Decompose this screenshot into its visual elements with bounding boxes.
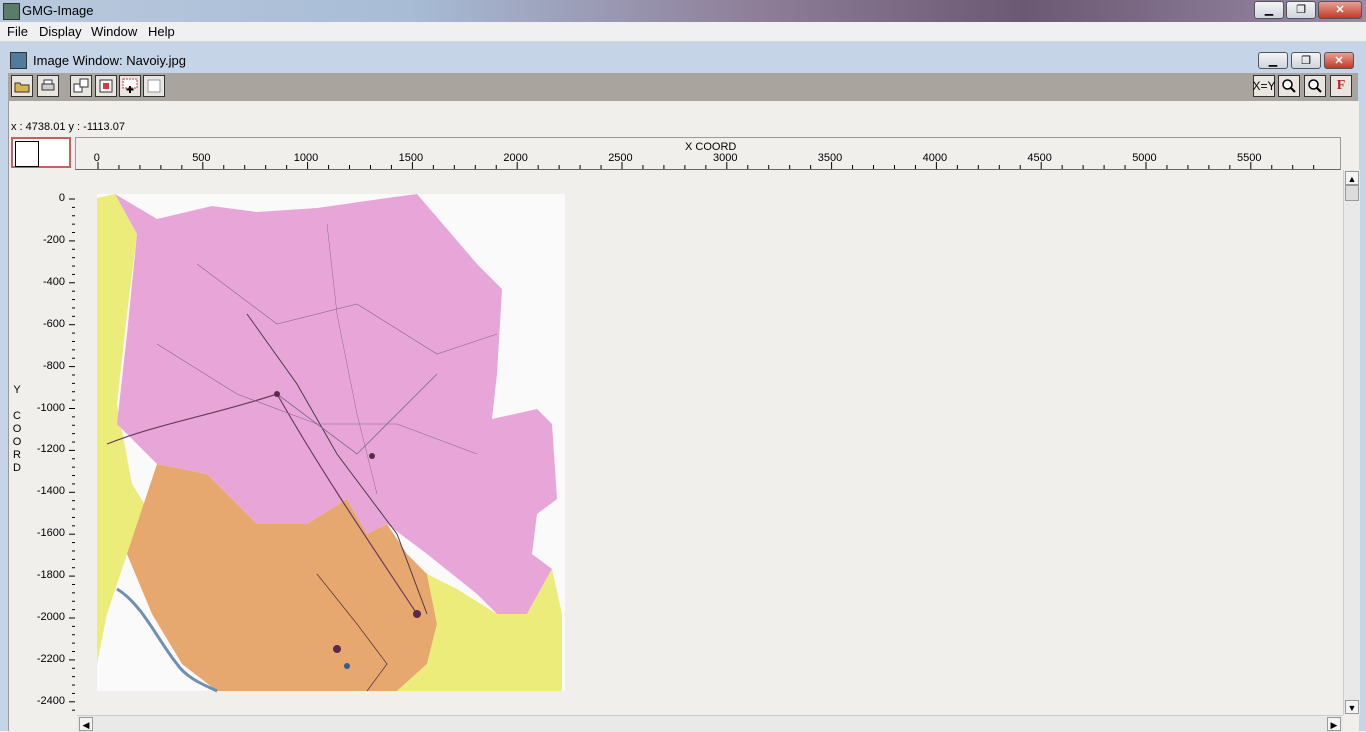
app-title-bar: GMG-Image ▁ ❐ ✕: [0, 0, 1366, 22]
map-viewport[interactable]: [75, 170, 1341, 715]
scroll-right-arrow[interactable]: ▶: [1327, 717, 1341, 731]
menu-help[interactable]: Help: [148, 24, 175, 39]
y-tick-label: -2200: [36, 652, 65, 665]
x-tick-label: 4500: [1027, 152, 1052, 164]
y-tick-label: -1000: [36, 401, 65, 414]
scroll-up-arrow[interactable]: ▲: [1345, 171, 1359, 185]
y-axis-label-letter: O: [12, 423, 22, 435]
open-folder-icon[interactable]: [11, 75, 33, 97]
x-tick-label: 2500: [608, 152, 633, 164]
window-controls: ▁ ❐ ✕: [1254, 1, 1362, 19]
y-axis-label-letter: R: [13, 449, 21, 461]
image-canvas-area: x : 4738.01 y : -1113.07 X COORD 0 500 100…: [8, 101, 1360, 732]
menu-display[interactable]: Display: [39, 24, 82, 39]
x-tick-label: 0: [93, 152, 100, 164]
image-window-icon: [10, 52, 27, 69]
image-window-title-bar: Image Window: Navoiy.jpg ▁ ❐ ✕: [0, 50, 1366, 72]
blank-icon[interactable]: [143, 75, 165, 97]
zoom-out-icon[interactable]: [1304, 75, 1326, 97]
y-axis-label-letter: Y: [13, 384, 21, 396]
xy-button[interactable]: X=Y: [1253, 75, 1276, 97]
coordinate-readout: x : 4738.01 y : -1113.07: [11, 121, 125, 133]
y-tick-label: -600: [42, 317, 65, 330]
y-axis-label-letter: D: [13, 462, 21, 474]
y-tick-label: -2000: [36, 611, 65, 623]
y-tick-label: 0: [58, 192, 65, 204]
y-tick-label: -400: [42, 275, 65, 288]
image-window-title: Image Window: Navoiy.jpg: [33, 53, 186, 68]
menu-file[interactable]: File: [7, 24, 28, 39]
child-close-button[interactable]: ✕: [1324, 52, 1354, 69]
move-window-icon[interactable]: [70, 75, 92, 97]
scroll-left-arrow[interactable]: ◀: [79, 717, 93, 731]
y-ruler-ticks: [69, 198, 75, 711]
x-tick-label: 3500: [817, 152, 843, 164]
image-window-controls: ▁ ❐ ✕: [1258, 52, 1354, 69]
y-tick-label: -200: [42, 233, 65, 246]
overview-navigator[interactable]: [11, 137, 71, 168]
map-image[interactable]: [97, 194, 587, 694]
y-axis-label-letter: [12, 397, 22, 410]
flag-button[interactable]: F: [1330, 75, 1352, 97]
restore-button[interactable]: ❐: [1286, 1, 1316, 19]
image-toolbar: X=Y F: [8, 73, 1358, 101]
add-point-icon[interactable]: [119, 75, 141, 97]
vertical-scroll-thumb[interactable]: [1345, 185, 1359, 201]
y-tick-label: -1600: [36, 527, 65, 540]
menu-bar: File Display Window Help: [0, 22, 1366, 42]
x-tick-label: 5500: [1237, 152, 1262, 164]
overview-viewport-box[interactable]: [15, 141, 39, 167]
child-minimize-button[interactable]: ▁: [1258, 52, 1288, 69]
stop-icon[interactable]: [95, 75, 117, 97]
app-icon: [3, 3, 20, 20]
zoom-in-icon[interactable]: [1278, 75, 1300, 97]
x-tick-label: 3000: [713, 152, 738, 164]
menu-window[interactable]: Window: [91, 24, 137, 39]
print-icon[interactable]: [37, 75, 59, 97]
x-tick-label: 4000: [922, 152, 948, 164]
y-axis-label-letter: O: [12, 436, 22, 448]
x-tick-label: 5000: [1132, 152, 1157, 164]
child-restore-button[interactable]: ❐: [1291, 52, 1321, 69]
y-tick-label: -1800: [36, 569, 65, 582]
y-axis-label-letter: C: [13, 410, 21, 422]
x-tick-label: 1000: [293, 152, 319, 164]
minimize-button[interactable]: ▁: [1254, 1, 1284, 19]
x-tick-label: 1500: [398, 152, 424, 164]
x-tick-label: 500: [192, 152, 211, 164]
x-tick-label: 2000: [503, 152, 528, 164]
y-tick-label: -1200: [36, 443, 65, 456]
horizontal-scrollbar[interactable]: ◀ ▶: [77, 715, 1343, 732]
y-tick-label: -2400: [36, 694, 65, 707]
y-tick-label: -1400: [36, 485, 65, 498]
close-button[interactable]: ✕: [1318, 1, 1362, 19]
y-axis-label: YCOORD: [12, 384, 22, 475]
y-tick-label: -800: [42, 359, 65, 372]
vertical-scrollbar[interactable]: ▲ ▼: [1343, 170, 1360, 715]
app-title: GMG-Image: [22, 3, 94, 18]
scroll-down-arrow[interactable]: ▼: [1345, 700, 1359, 714]
